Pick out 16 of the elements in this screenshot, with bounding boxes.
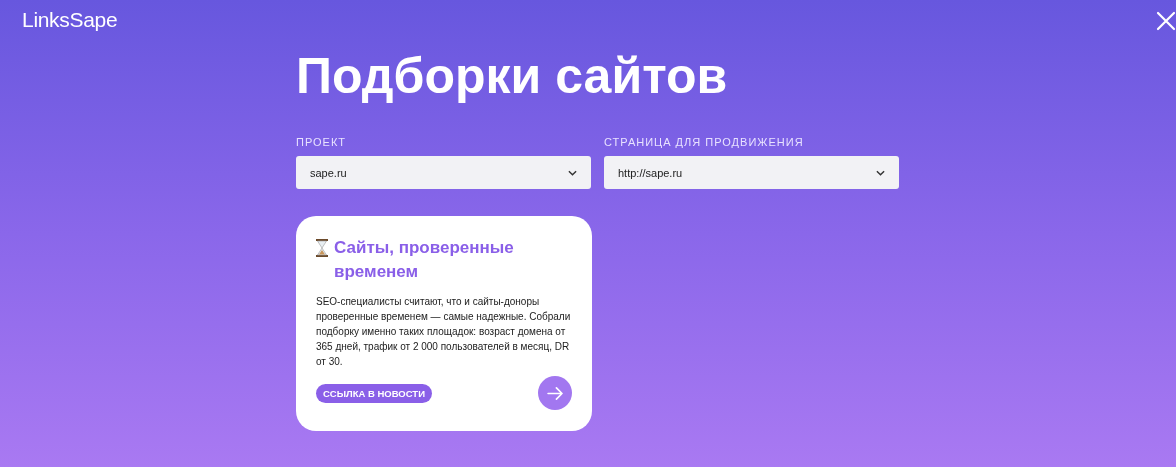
- card-description: SEO-специалисты считают, что и сайты-доноры проверенные временем — самые надежные. Собрали подборку именно таких площадок: возраст домена от 365 дней, трафик от 2 000 пользователей в месяц, DR от 30.: [316, 295, 572, 369]
- hourglass-icon: [316, 239, 328, 257]
- card-title: Сайты, проверенные временем: [334, 237, 515, 283]
- select-field[interactable]: http://sape.ru: [604, 156, 899, 189]
- category-tag: ССЫЛКА В НОВОСТИ: [316, 383, 432, 403]
- select-field[interactable]: sape.ru: [296, 156, 591, 189]
- page-title: Подборки сайтов: [296, 47, 729, 106]
- field-label: ПРОЕКТ: [296, 136, 348, 148]
- chevron-icon: [876, 169, 885, 176]
- collection-card[interactable]: [296, 216, 592, 431]
- logo[interactable]: LinksSape: [22, 8, 118, 32]
- field-label: СТРАНИЦА ДЛЯ ПРОДВИЖЕНИЯ: [604, 136, 805, 148]
- arrow-right-icon: [546, 386, 564, 400]
- chevron-icon: [568, 169, 577, 176]
- close-icon[interactable]: [1156, 11, 1176, 31]
- arrow-button[interactable]: [538, 376, 572, 410]
